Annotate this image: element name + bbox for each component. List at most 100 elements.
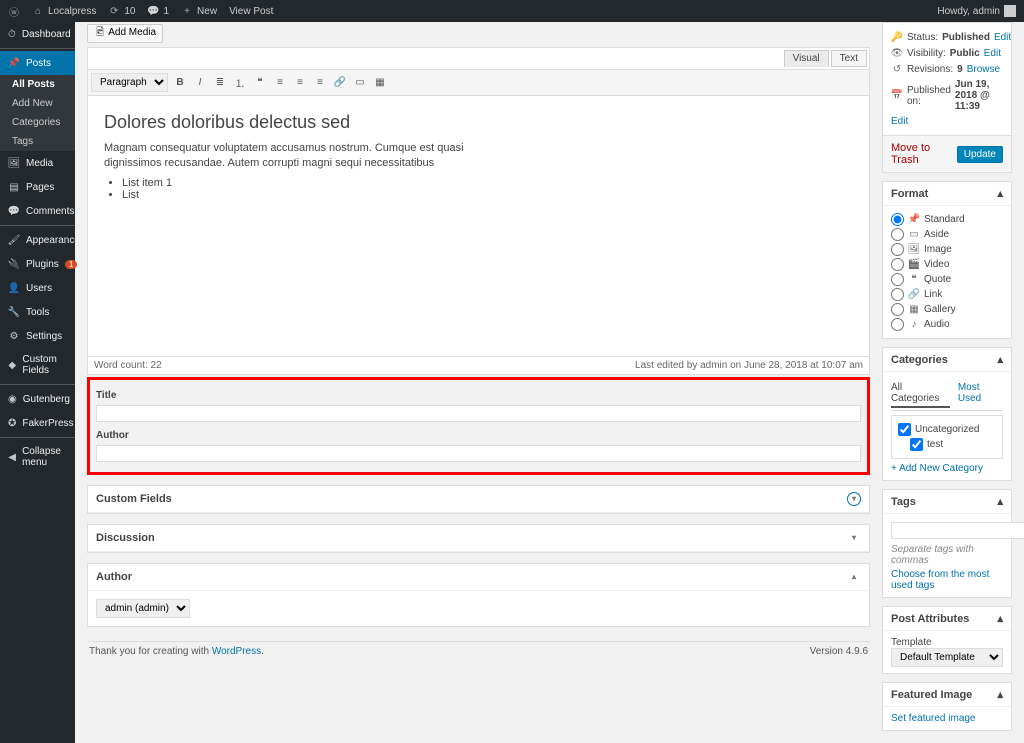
wp-version: Version 4.9.6 [810,646,868,657]
italic-button[interactable]: I [192,74,208,90]
pin-icon: 📌 [908,214,920,226]
acf-title-label: Title [96,390,861,401]
menu-gutenberg[interactable]: ◉Gutenberg [0,387,75,411]
move-to-trash[interactable]: Move to Trash [891,142,957,166]
my-account[interactable]: Howdy, admin [937,5,1016,17]
template-select[interactable]: Default Template [891,648,1003,667]
cat-test[interactable] [910,438,923,451]
toolbar-toggle-button[interactable]: ▦ [372,74,388,90]
updates-indicator[interactable]: ⟳10 [108,5,135,17]
gear-icon: ⚙ [8,330,20,342]
list-item: List item 1 [122,177,853,189]
format-gallery[interactable] [891,303,904,316]
comments-indicator[interactable]: 💬1 [147,5,169,17]
acf-title-input[interactable] [96,405,861,422]
status-edit[interactable]: Edit [994,32,1011,43]
submenu-tags[interactable]: Tags [0,132,75,151]
collapse-menu[interactable]: ◀Collapse menu [0,440,75,474]
bold-button[interactable]: B [172,74,188,90]
format-image[interactable] [891,243,904,256]
site-name[interactable]: ⌂Localpress [32,5,96,17]
content-editor[interactable]: Dolores doloribus delectus sed Magnam co… [88,96,869,356]
add-media-button[interactable]: 🖻 Add Media [87,24,163,43]
link-button[interactable]: 🔗 [332,74,348,90]
fields-icon: ◆ [8,359,16,371]
chevron-up-icon[interactable]: ▴ [847,570,861,584]
format-standard[interactable] [891,213,904,226]
cat-uncategorized[interactable] [898,423,911,436]
menu-dashboard[interactable]: ⏱Dashboard [0,22,75,46]
format-quote[interactable] [891,273,904,286]
update-button[interactable]: Update [957,146,1003,163]
tag-input[interactable] [891,522,1024,539]
view-post[interactable]: View Post [229,6,273,17]
menu-media[interactable]: 🖼Media [0,151,75,175]
chevron-up-icon[interactable]: ▴ [997,495,1003,508]
menu-custom-fields[interactable]: ◆Custom Fields [0,348,75,382]
chevron-up-icon[interactable]: ▴ [997,612,1003,625]
submenu-all-posts[interactable]: All Posts [0,75,75,94]
format-link[interactable] [891,288,904,301]
submenu-add-new[interactable]: Add New [0,94,75,113]
brush-icon: 🖌 [8,234,20,246]
bullet-list-button[interactable]: ≣ [212,74,228,90]
menu-comments[interactable]: 💬Comments [0,199,75,223]
menu-plugins[interactable]: 🔌Plugins 1 [0,252,75,276]
author-toggle[interactable]: Author ▴ [88,564,869,591]
footer-thanks: Thank you for creating with [89,646,212,657]
chevron-up-icon[interactable]: ▴ [997,353,1003,366]
new-content[interactable]: +New [181,5,217,17]
chevron-down-icon[interactable]: ▾ [847,492,861,506]
audio-icon: ♪ [908,319,920,331]
menu-pages[interactable]: ▤Pages [0,175,75,199]
menu-appearance[interactable]: 🖌Appearance [0,228,75,252]
pin-icon: 📌 [8,57,20,69]
format-aside[interactable] [891,228,904,241]
menu-users[interactable]: 👤Users [0,276,75,300]
submenu-categories[interactable]: Categories [0,113,75,132]
wordpress-link[interactable]: WordPress [212,646,261,657]
align-center-button[interactable]: ≡ [292,74,308,90]
menu-posts[interactable]: 📌Posts [0,51,75,75]
format-select[interactable]: Paragraph [91,73,168,92]
menu-tools[interactable]: 🔧Tools [0,300,75,324]
format-box: Format▴ 📌Standard ▭Aside 🖼Image 🎬Video ❝… [882,181,1012,339]
discussion-toggle[interactable]: Discussion ▾ [88,525,869,552]
more-button[interactable]: ▭ [352,74,368,90]
author-select[interactable]: admin (admin) [96,599,190,618]
list-item: List [122,189,853,201]
publish-date-edit[interactable]: Edit [891,116,908,127]
menu-fakerpress[interactable]: ✪FakerPress [0,411,75,435]
tab-visual[interactable]: Visual [784,50,829,67]
key-icon: 🔑 [891,31,903,43]
chevron-up-icon[interactable]: ▴ [997,688,1003,701]
menu-settings[interactable]: ⚙Settings [0,324,75,348]
add-new-category[interactable]: + Add New Category [891,463,983,474]
numbered-list-button[interactable]: ⒈ [232,74,248,90]
acf-author-input[interactable] [96,445,861,462]
choose-tags-link[interactable]: Choose from the most used tags [891,569,989,591]
editor-toolbar: Paragraph B I ≣ ⒈ ❝ ≡ ≡ ≡ 🔗 ▭ ▦ [88,69,869,96]
format-video[interactable] [891,258,904,271]
align-left-button[interactable]: ≡ [272,74,288,90]
align-right-button[interactable]: ≡ [312,74,328,90]
tab-text[interactable]: Text [831,50,867,67]
chevron-up-icon[interactable]: ▴ [997,187,1003,200]
blockquote-button[interactable]: ❝ [252,74,268,90]
wrench-icon: 🔧 [8,306,20,318]
editor-container: Visual Text Paragraph B I ≣ ⒈ ❝ ≡ ≡ ≡ 🔗 … [87,47,870,375]
acf-fields-highlight: Title Author [87,377,870,475]
wp-logo[interactable]: ⓦ [8,5,20,17]
featured-image-box: Featured Image▴ Set featured image [882,682,1012,731]
template-label: Template [891,637,1003,648]
format-audio[interactable] [891,318,904,331]
tab-all-categories[interactable]: All Categories [891,380,950,408]
set-featured-image[interactable]: Set featured image [891,713,976,724]
visibility-edit[interactable]: Edit [984,48,1001,59]
post-attributes-box: Post Attributes▴ Template Default Templa… [882,606,1012,674]
revisions-browse[interactable]: Browse [967,64,1000,75]
custom-fields-toggle[interactable]: Custom Fields ▾ [88,486,869,513]
chevron-down-icon[interactable]: ▾ [847,531,861,545]
last-edit: Last edited by admin on June 28, 2018 at… [635,360,863,371]
tab-most-used[interactable]: Most Used [958,380,1003,408]
